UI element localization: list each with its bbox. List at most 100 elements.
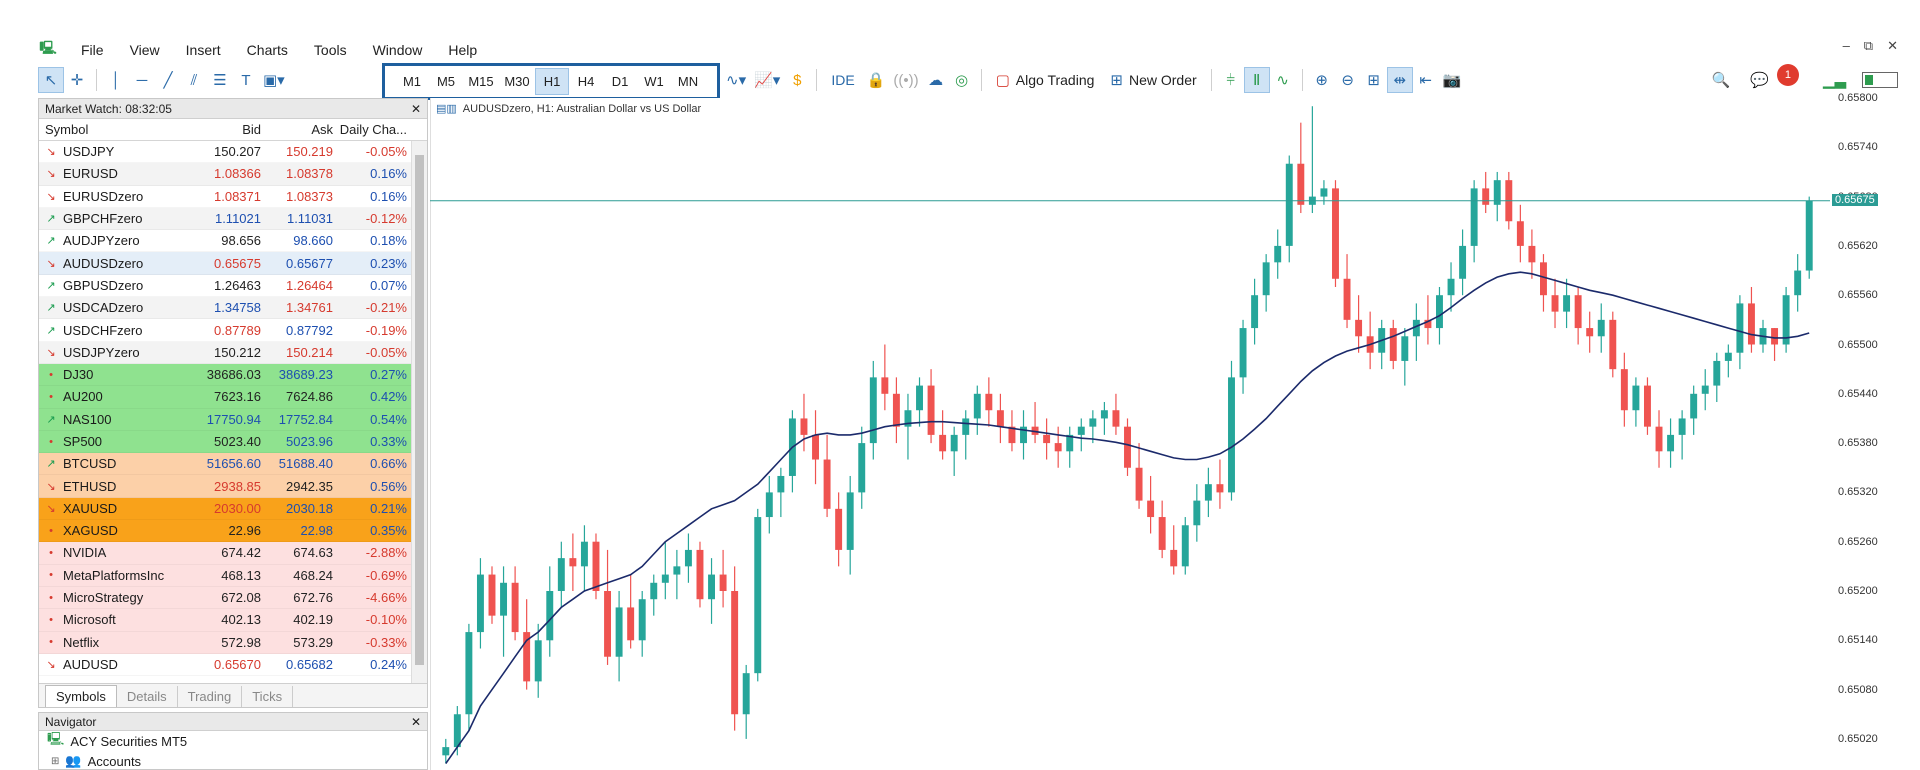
timeframe-m1[interactable]: M1	[395, 68, 429, 95]
column-daily-change[interactable]: Daily Cha...	[333, 122, 411, 137]
market-watch-row[interactable]: • NVIDIA 674.42 674.63 -2.88%	[39, 542, 427, 565]
menu-tools[interactable]: Tools	[301, 42, 360, 58]
dollar-icon[interactable]: $	[784, 67, 810, 93]
horizontal-line-icon[interactable]: ─	[129, 67, 155, 93]
bear-candle	[696, 549, 704, 600]
navigator-broker-item[interactable]: 🖳 ACY Securities MT5	[39, 731, 427, 751]
bar-chart-icon[interactable]: ⫩	[1218, 67, 1244, 93]
column-ask[interactable]: Ask	[261, 122, 333, 137]
cursor-icon[interactable]: ↖	[38, 67, 64, 93]
zoom-in-icon[interactable]: ⊕	[1309, 67, 1335, 93]
timeframe-m30[interactable]: M30	[499, 68, 535, 95]
shapes-icon[interactable]: ▣▾	[259, 67, 289, 93]
chart-shift-icon[interactable]: ⇤	[1413, 67, 1439, 93]
tab-ticks[interactable]: Ticks	[242, 686, 294, 707]
timeframe-m5[interactable]: M5	[429, 68, 463, 95]
chart-area[interactable]: ▤▥ AUDUSDzero, H1: Australian Dollar vs …	[430, 98, 1830, 770]
market-watch-row[interactable]: • MetaPlatformsInc 468.13 468.24 -0.69%	[39, 564, 427, 587]
tab-trading[interactable]: Trading	[178, 686, 243, 707]
market-watch-row[interactable]: ↘ AUDUSD 0.65670 0.65682 0.24%	[39, 653, 427, 677]
menu-window[interactable]: Window	[360, 42, 436, 58]
market-watch-row[interactable]: ↗ USDCHFzero 0.87789 0.87792 -0.19%	[39, 319, 427, 342]
symbol-name: EURUSDzero	[63, 188, 144, 204]
expand-icon[interactable]: ⊞	[51, 756, 59, 767]
market-watch-row[interactable]: • AU200 7623.16 7624.86 0.42%	[39, 386, 427, 409]
ask-cell: 1.26464	[286, 277, 333, 293]
screenshot-icon[interactable]: 📷	[1439, 67, 1466, 93]
autoscroll-icon[interactable]: ⇹	[1386, 67, 1413, 93]
grid-icon[interactable]: ⊞	[1361, 67, 1387, 93]
fibonacci-icon[interactable]: ☰	[207, 67, 233, 93]
zoom-out-icon[interactable]: ⊖	[1335, 67, 1361, 93]
market-watch-row[interactable]: ↗ USDCADzero 1.34758 1.34761 -0.21%	[39, 297, 427, 320]
market-watch-row[interactable]: • MicroStrategy 672.08 672.76 -4.66%	[39, 586, 427, 610]
timeframe-h4[interactable]: H4	[569, 68, 603, 95]
bear-candle	[1054, 443, 1062, 452]
market-watch-row[interactable]: ↘ AUDUSDzero 0.65675 0.65677 0.23%	[39, 252, 427, 275]
chat-icon[interactable]: 💬	[1746, 67, 1773, 93]
market-watch-row[interactable]: ↗ GBPCHFzero 1.11021 1.11031 -0.12%	[39, 207, 427, 231]
indicators-icon[interactable]: 📈▾	[750, 67, 784, 93]
close-icon[interactable]: ✕	[411, 715, 421, 729]
cloud-icon[interactable]: ☁	[923, 67, 949, 93]
market-watch-scrollbar[interactable]	[411, 141, 427, 687]
channel-icon[interactable]: ⫽	[181, 67, 207, 93]
market-watch-row[interactable]: ↘ EURUSDzero 1.08371 1.08373 0.16%	[39, 185, 427, 208]
market-watch-row[interactable]: ↘ USDJPY 150.207 150.219 -0.05%	[39, 141, 427, 164]
ask-cell: 0.65677	[286, 255, 333, 271]
market-watch-row[interactable]: ↗ AUDJPYzero 98.656 98.660 0.18%	[39, 230, 427, 253]
algo-trading-button[interactable]: ▢ Algo Trading	[988, 67, 1103, 93]
vertical-line-icon[interactable]: │	[103, 67, 129, 93]
minimize-icon[interactable]: –	[1843, 38, 1850, 54]
market-watch-row[interactable]: ↘ EURUSD 1.08366 1.08378 0.16%	[39, 163, 427, 186]
column-symbol[interactable]: Symbol	[39, 122, 189, 137]
text-icon[interactable]: T	[233, 67, 259, 93]
menu-charts[interactable]: Charts	[234, 42, 301, 58]
timeframe-mn[interactable]: MN	[671, 68, 705, 95]
tab-details[interactable]: Details	[117, 686, 178, 707]
candlestick-icon[interactable]: Ⅱ	[1243, 67, 1270, 93]
ide-button[interactable]: IDE	[823, 67, 862, 93]
market-watch-row[interactable]: • DJ30 38686.03 38689.23 0.27%	[39, 363, 427, 387]
menu-file[interactable]: File	[68, 42, 117, 58]
close-icon[interactable]: ✕	[1887, 38, 1898, 54]
navigator-accounts-item[interactable]: ⊞ 👥 Accounts	[39, 751, 427, 770]
trendline-icon[interactable]: ╱	[155, 67, 181, 93]
market-watch-row[interactable]: • Microsoft 402.13 402.19 -0.10%	[39, 609, 427, 632]
market-watch-row[interactable]: ↘ USDJPYzero 150.212 150.214 -0.05%	[39, 341, 427, 364]
symbol-cell: • MetaPlatformsInc	[39, 568, 189, 583]
tab-symbols[interactable]: Symbols	[45, 685, 117, 707]
close-icon[interactable]: ✕	[411, 102, 421, 116]
vps-icon[interactable]: ◎	[949, 67, 975, 93]
restore-icon[interactable]: ⧉	[1864, 38, 1873, 54]
market-watch-row[interactable]: • XAGUSD 22.96 22.98 0.35%	[39, 520, 427, 543]
chart-type-icon[interactable]: ∿▾	[722, 67, 750, 93]
crosshair-icon[interactable]: ✛	[64, 67, 90, 93]
market-watch-row[interactable]: ↗ NAS100 17750.94 17752.84 0.54%	[39, 408, 427, 431]
menu-help[interactable]: Help	[435, 42, 490, 58]
notification-badge[interactable]: 1	[1776, 64, 1799, 86]
column-bid[interactable]: Bid	[189, 122, 261, 137]
timeframe-w1[interactable]: W1	[637, 68, 671, 95]
market-watch-row[interactable]: ↘ ETHUSD 2938.85 2942.35 0.56%	[39, 475, 427, 498]
candlestick-chart[interactable]	[430, 98, 1830, 770]
bid-cell: 1.11021	[214, 211, 261, 227]
timeframe-h1[interactable]: H1	[535, 68, 569, 95]
signal-icon[interactable]: ((•))	[889, 67, 922, 93]
menu-insert[interactable]: Insert	[173, 42, 234, 58]
search-icon[interactable]: 🔍	[1708, 67, 1735, 93]
bear-candle	[1551, 295, 1559, 312]
market-watch-row[interactable]: ↗ GBPUSDzero 1.26463 1.26464 0.07%	[39, 274, 427, 298]
market-watch-row[interactable]: • Netflix 572.98 573.29 -0.33%	[39, 631, 427, 654]
scrollbar-thumb[interactable]	[415, 155, 424, 665]
lock-icon[interactable]: 🔒	[863, 67, 890, 93]
bear-candle	[985, 393, 993, 411]
market-watch-row[interactable]: ↗ BTCUSD 51656.60 51688.40 0.66%	[39, 453, 427, 476]
market-watch-row[interactable]: • SP500 5023.40 5023.96 0.33%	[39, 430, 427, 454]
market-watch-row[interactable]: ↘ XAUUSD 2030.00 2030.18 0.21%	[39, 497, 427, 521]
line-chart-icon[interactable]: ∿	[1270, 67, 1296, 93]
menu-view[interactable]: View	[117, 42, 173, 58]
timeframe-m15[interactable]: M15	[463, 68, 499, 95]
new-order-button[interactable]: ⊞ New Order	[1102, 67, 1204, 93]
timeframe-d1[interactable]: D1	[603, 68, 637, 95]
